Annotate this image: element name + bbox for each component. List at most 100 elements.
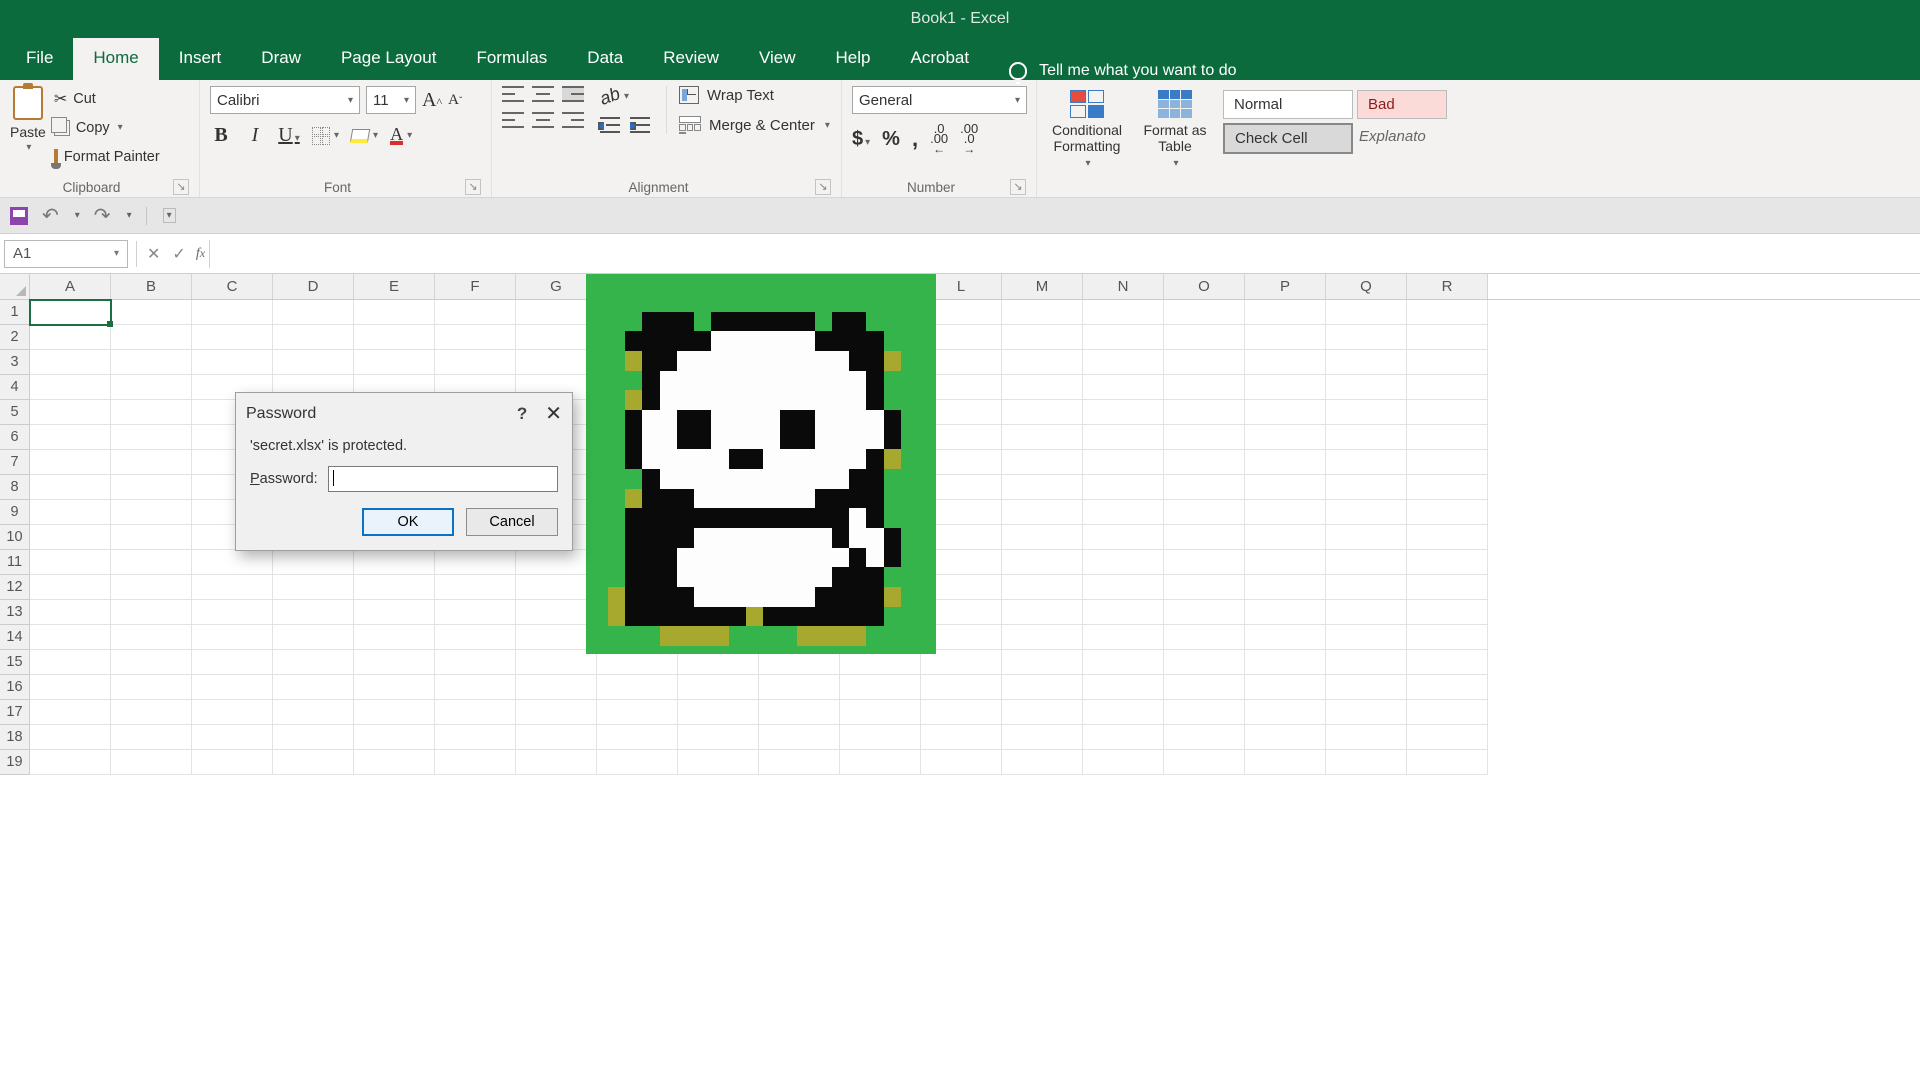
cell[interactable]: [921, 725, 1002, 750]
row-header[interactable]: 12: [0, 575, 30, 600]
cell[interactable]: [111, 650, 192, 675]
cell[interactable]: [921, 750, 1002, 775]
cell[interactable]: [111, 575, 192, 600]
cell[interactable]: [1326, 400, 1407, 425]
cell[interactable]: [1245, 450, 1326, 475]
cell[interactable]: [1326, 350, 1407, 375]
cell[interactable]: [273, 325, 354, 350]
tab-draw[interactable]: Draw: [241, 38, 321, 80]
cell[interactable]: [597, 700, 678, 725]
copy-button[interactable]: Copy▾: [54, 115, 160, 140]
italic-button[interactable]: I: [244, 124, 266, 147]
cell[interactable]: [1002, 600, 1083, 625]
cell[interactable]: [192, 325, 273, 350]
cell[interactable]: [30, 700, 111, 725]
cell[interactable]: [597, 675, 678, 700]
cell[interactable]: [1245, 750, 1326, 775]
cell[interactable]: [678, 675, 759, 700]
cell[interactable]: [759, 750, 840, 775]
cell[interactable]: [1326, 600, 1407, 625]
font-size-combo[interactable]: 11▾: [366, 86, 416, 114]
cell[interactable]: [1002, 350, 1083, 375]
select-all-corner[interactable]: [0, 274, 30, 299]
cell[interactable]: [192, 725, 273, 750]
cell[interactable]: [30, 575, 111, 600]
cell[interactable]: [1245, 375, 1326, 400]
cell[interactable]: [1164, 350, 1245, 375]
cell[interactable]: [759, 700, 840, 725]
cell[interactable]: [30, 350, 111, 375]
cell[interactable]: [1083, 675, 1164, 700]
cell[interactable]: [111, 400, 192, 425]
cell[interactable]: [30, 650, 111, 675]
merge-center-button[interactable]: Merge & Center▾: [679, 116, 830, 134]
cell[interactable]: [678, 750, 759, 775]
cell[interactable]: [1407, 450, 1488, 475]
cell[interactable]: [273, 750, 354, 775]
formula-input[interactable]: [209, 240, 1910, 268]
cell[interactable]: [1326, 725, 1407, 750]
cell[interactable]: [1083, 425, 1164, 450]
row-header[interactable]: 13: [0, 600, 30, 625]
cell[interactable]: [111, 375, 192, 400]
cell[interactable]: [192, 350, 273, 375]
column-header[interactable]: C: [192, 274, 273, 299]
cell[interactable]: [111, 500, 192, 525]
cell[interactable]: [30, 475, 111, 500]
cell[interactable]: [516, 750, 597, 775]
help-button[interactable]: ?: [517, 404, 527, 424]
cell[interactable]: [1164, 500, 1245, 525]
cell[interactable]: [354, 675, 435, 700]
cell[interactable]: [273, 700, 354, 725]
align-center-button[interactable]: [532, 112, 554, 128]
percent-format-button[interactable]: %: [882, 128, 900, 151]
cell[interactable]: [1407, 575, 1488, 600]
cell[interactable]: [1083, 375, 1164, 400]
row-header[interactable]: 17: [0, 700, 30, 725]
cell[interactable]: [1407, 675, 1488, 700]
tab-data[interactable]: Data: [567, 38, 643, 80]
cell[interactable]: [840, 725, 921, 750]
cell[interactable]: [1245, 600, 1326, 625]
cell[interactable]: [1002, 300, 1083, 325]
cell[interactable]: [1083, 450, 1164, 475]
cell[interactable]: [678, 700, 759, 725]
cell[interactable]: [1326, 450, 1407, 475]
cell[interactable]: [1164, 325, 1245, 350]
close-button[interactable]: ✕: [545, 401, 562, 426]
tab-page-layout[interactable]: Page Layout: [321, 38, 456, 80]
column-header[interactable]: E: [354, 274, 435, 299]
cell[interactable]: [1164, 375, 1245, 400]
row-header[interactable]: 18: [0, 725, 30, 750]
cell[interactable]: [1245, 300, 1326, 325]
cell[interactable]: [516, 300, 597, 325]
cell[interactable]: [273, 550, 354, 575]
cell[interactable]: [1083, 500, 1164, 525]
cell[interactable]: [30, 425, 111, 450]
row-header[interactable]: 15: [0, 650, 30, 675]
align-right-button[interactable]: [562, 112, 584, 128]
row-header[interactable]: 4: [0, 375, 30, 400]
cell[interactable]: [192, 600, 273, 625]
cell[interactable]: [1326, 500, 1407, 525]
cell[interactable]: [1407, 350, 1488, 375]
cell[interactable]: [1407, 550, 1488, 575]
paste-button[interactable]: Paste ▾: [10, 86, 46, 153]
cell[interactable]: [1326, 325, 1407, 350]
cell[interactable]: [30, 300, 111, 325]
cell[interactable]: [597, 725, 678, 750]
row-header[interactable]: 1: [0, 300, 30, 325]
cell[interactable]: [1164, 650, 1245, 675]
row-header[interactable]: 9: [0, 500, 30, 525]
style-explanatory[interactable]: Explanato: [1357, 123, 1447, 154]
cell[interactable]: [1164, 525, 1245, 550]
cell[interactable]: [1164, 550, 1245, 575]
cell[interactable]: [30, 725, 111, 750]
cancel-formula-button[interactable]: ✕: [141, 244, 166, 264]
cell[interactable]: [1002, 725, 1083, 750]
column-header[interactable]: P: [1245, 274, 1326, 299]
accounting-format-button[interactable]: $▾: [852, 128, 870, 151]
cell[interactable]: [111, 425, 192, 450]
cell[interactable]: [1002, 325, 1083, 350]
cell[interactable]: [516, 600, 597, 625]
